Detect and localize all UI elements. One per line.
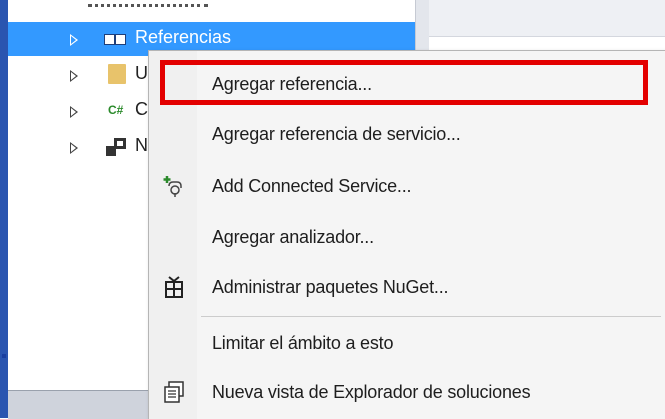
- expand-arrow-icon[interactable]: [70, 106, 78, 118]
- expand-arrow-icon[interactable]: [70, 34, 78, 46]
- context-menu: Agregar referencia... Agregar referencia…: [148, 50, 665, 419]
- menu-item-add-analyzer[interactable]: Agregar analizador...: [149, 215, 665, 259]
- menu-item-label: Add Connected Service...: [212, 176, 412, 196]
- tree-item-label: Referencias: [135, 27, 232, 47]
- menu-item-add-connected-service[interactable]: Add Connected Service...: [149, 164, 665, 208]
- connected-service-icon: [163, 174, 185, 198]
- csharp-icon: C#: [108, 103, 124, 117]
- menu-item-label: Nueva vista de Explorador de soluciones: [212, 382, 531, 402]
- menu-item-label: Agregar referencia de servicio...: [212, 124, 461, 144]
- tree-item-label: C: [135, 99, 148, 119]
- new-explorer-view-icon: [163, 380, 185, 404]
- project-icon: [104, 138, 126, 156]
- highlight-annotation-box: [160, 60, 648, 105]
- tree-item-label: U: [135, 63, 148, 83]
- menu-separator: [201, 316, 661, 317]
- marker-dot: [2, 354, 6, 358]
- right-panel-header: [429, 0, 665, 37]
- menu-item-manage-nuget[interactable]: Administrar paquetes NuGet...: [149, 265, 665, 309]
- folder-icon: [108, 64, 126, 84]
- expand-arrow-icon[interactable]: [70, 70, 78, 82]
- menu-item-scope-to-this[interactable]: Limitar el ámbito a esto: [149, 321, 665, 365]
- menu-item-label: Administrar paquetes NuGet...: [212, 277, 449, 297]
- tree-item-label: N: [135, 135, 148, 155]
- menu-item-new-explorer-view[interactable]: Nueva vista de Explorador de soluciones: [149, 370, 665, 414]
- menu-item-label: Agregar analizador...: [212, 227, 374, 247]
- clipped-tree-row: [88, 0, 208, 7]
- references-icon: [104, 30, 126, 48]
- menu-item-add-service-reference[interactable]: Agregar referencia de servicio...: [149, 112, 665, 156]
- menu-item-label: Limitar el ámbito a esto: [212, 333, 394, 353]
- expand-arrow-icon[interactable]: [70, 142, 78, 154]
- nuget-package-icon: [163, 275, 185, 299]
